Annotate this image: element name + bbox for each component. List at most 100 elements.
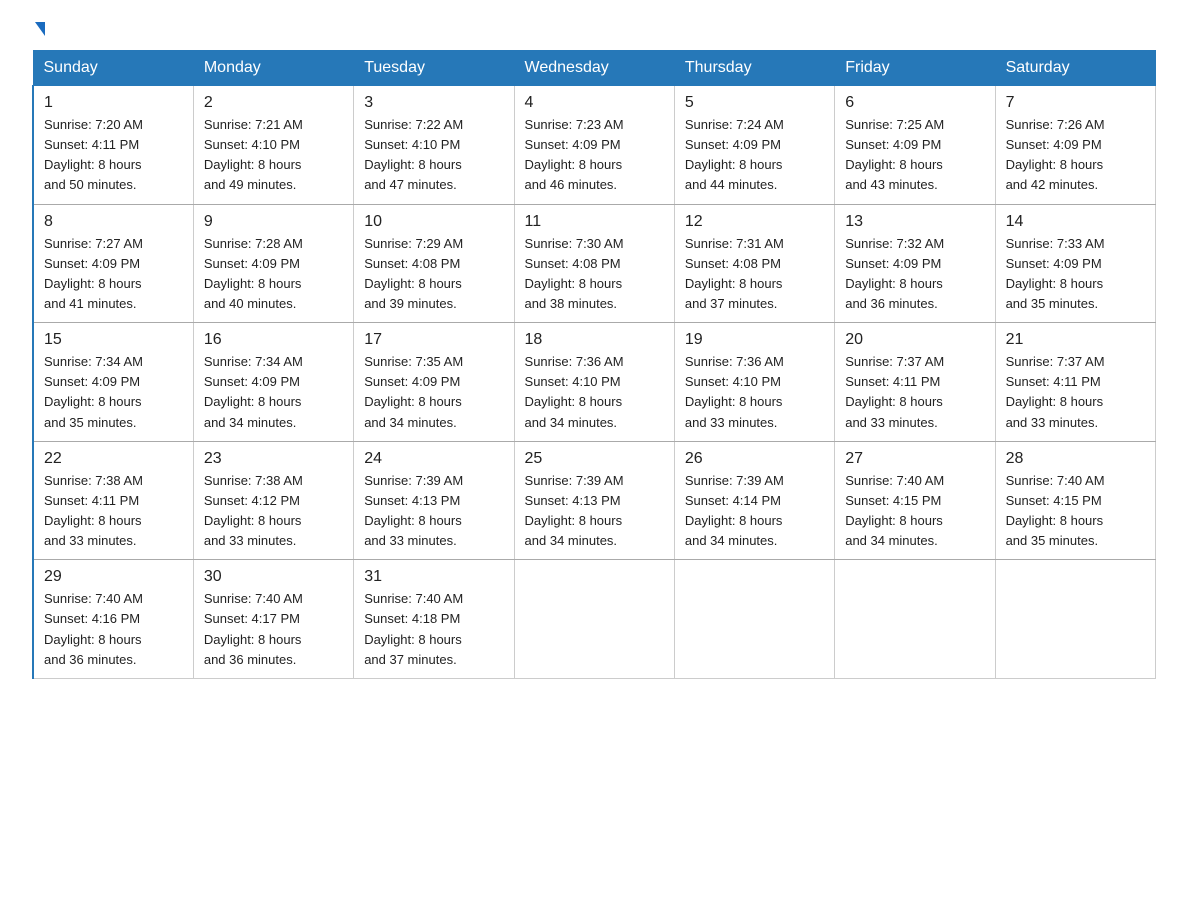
calendar-cell: 8 Sunrise: 7:27 AMSunset: 4:09 PMDayligh… [33,204,193,323]
day-number: 18 [525,331,664,349]
weekday-header-sunday: Sunday [33,51,193,86]
day-number: 2 [204,94,343,112]
week-row-1: 1 Sunrise: 7:20 AMSunset: 4:11 PMDayligh… [33,86,1156,205]
day-info: Sunrise: 7:35 AMSunset: 4:09 PMDaylight:… [364,354,463,429]
calendar-cell: 2 Sunrise: 7:21 AMSunset: 4:10 PMDayligh… [193,86,353,205]
day-info: Sunrise: 7:22 AMSunset: 4:10 PMDaylight:… [364,117,463,192]
week-row-5: 29 Sunrise: 7:40 AMSunset: 4:16 PMDaylig… [33,560,1156,679]
day-info: Sunrise: 7:40 AMSunset: 4:16 PMDaylight:… [44,591,143,666]
day-number: 27 [845,450,984,468]
day-number: 31 [364,568,503,586]
calendar-cell: 26 Sunrise: 7:39 AMSunset: 4:14 PMDaylig… [674,441,834,560]
calendar-cell [995,560,1155,679]
day-info: Sunrise: 7:31 AMSunset: 4:08 PMDaylight:… [685,236,784,311]
calendar-cell [835,560,995,679]
day-number: 8 [44,213,183,231]
calendar-cell: 1 Sunrise: 7:20 AMSunset: 4:11 PMDayligh… [33,86,193,205]
calendar-cell: 21 Sunrise: 7:37 AMSunset: 4:11 PMDaylig… [995,323,1155,442]
logo-triangle-icon [35,22,45,36]
calendar-cell: 18 Sunrise: 7:36 AMSunset: 4:10 PMDaylig… [514,323,674,442]
day-number: 13 [845,213,984,231]
page-header [32,24,1156,38]
day-number: 28 [1006,450,1145,468]
weekday-header-friday: Friday [835,51,995,86]
day-number: 3 [364,94,503,112]
day-info: Sunrise: 7:32 AMSunset: 4:09 PMDaylight:… [845,236,944,311]
calendar-cell: 25 Sunrise: 7:39 AMSunset: 4:13 PMDaylig… [514,441,674,560]
calendar-cell: 17 Sunrise: 7:35 AMSunset: 4:09 PMDaylig… [354,323,514,442]
calendar-cell: 12 Sunrise: 7:31 AMSunset: 4:08 PMDaylig… [674,204,834,323]
day-info: Sunrise: 7:40 AMSunset: 4:18 PMDaylight:… [364,591,463,666]
day-info: Sunrise: 7:39 AMSunset: 4:13 PMDaylight:… [525,473,624,548]
calendar-cell: 27 Sunrise: 7:40 AMSunset: 4:15 PMDaylig… [835,441,995,560]
calendar-cell [514,560,674,679]
day-number: 17 [364,331,503,349]
day-info: Sunrise: 7:38 AMSunset: 4:11 PMDaylight:… [44,473,143,548]
weekday-header-thursday: Thursday [674,51,834,86]
calendar-table: SundayMondayTuesdayWednesdayThursdayFrid… [32,50,1156,679]
day-number: 21 [1006,331,1145,349]
calendar-cell: 3 Sunrise: 7:22 AMSunset: 4:10 PMDayligh… [354,86,514,205]
day-number: 30 [204,568,343,586]
weekday-header-row: SundayMondayTuesdayWednesdayThursdayFrid… [33,51,1156,86]
calendar-cell: 16 Sunrise: 7:34 AMSunset: 4:09 PMDaylig… [193,323,353,442]
day-info: Sunrise: 7:28 AMSunset: 4:09 PMDaylight:… [204,236,303,311]
calendar-cell: 13 Sunrise: 7:32 AMSunset: 4:09 PMDaylig… [835,204,995,323]
day-info: Sunrise: 7:40 AMSunset: 4:17 PMDaylight:… [204,591,303,666]
calendar-cell: 19 Sunrise: 7:36 AMSunset: 4:10 PMDaylig… [674,323,834,442]
day-info: Sunrise: 7:27 AMSunset: 4:09 PMDaylight:… [44,236,143,311]
day-info: Sunrise: 7:33 AMSunset: 4:09 PMDaylight:… [1006,236,1105,311]
day-number: 19 [685,331,824,349]
day-number: 22 [44,450,183,468]
day-number: 10 [364,213,503,231]
day-number: 1 [44,94,183,112]
day-number: 24 [364,450,503,468]
day-info: Sunrise: 7:20 AMSunset: 4:11 PMDaylight:… [44,117,143,192]
weekday-header-monday: Monday [193,51,353,86]
calendar-cell: 28 Sunrise: 7:40 AMSunset: 4:15 PMDaylig… [995,441,1155,560]
day-info: Sunrise: 7:37 AMSunset: 4:11 PMDaylight:… [1006,354,1105,429]
day-info: Sunrise: 7:25 AMSunset: 4:09 PMDaylight:… [845,117,944,192]
day-number: 6 [845,94,984,112]
day-info: Sunrise: 7:29 AMSunset: 4:08 PMDaylight:… [364,236,463,311]
day-info: Sunrise: 7:23 AMSunset: 4:09 PMDaylight:… [525,117,624,192]
day-number: 12 [685,213,824,231]
day-number: 23 [204,450,343,468]
day-info: Sunrise: 7:40 AMSunset: 4:15 PMDaylight:… [845,473,944,548]
calendar-cell: 31 Sunrise: 7:40 AMSunset: 4:18 PMDaylig… [354,560,514,679]
day-number: 16 [204,331,343,349]
calendar-cell: 6 Sunrise: 7:25 AMSunset: 4:09 PMDayligh… [835,86,995,205]
day-number: 26 [685,450,824,468]
weekday-header-wednesday: Wednesday [514,51,674,86]
calendar-cell: 24 Sunrise: 7:39 AMSunset: 4:13 PMDaylig… [354,441,514,560]
calendar-cell: 29 Sunrise: 7:40 AMSunset: 4:16 PMDaylig… [33,560,193,679]
logo [32,24,45,38]
weekday-header-tuesday: Tuesday [354,51,514,86]
day-info: Sunrise: 7:21 AMSunset: 4:10 PMDaylight:… [204,117,303,192]
day-info: Sunrise: 7:39 AMSunset: 4:13 PMDaylight:… [364,473,463,548]
day-info: Sunrise: 7:37 AMSunset: 4:11 PMDaylight:… [845,354,944,429]
day-info: Sunrise: 7:36 AMSunset: 4:10 PMDaylight:… [685,354,784,429]
day-number: 15 [44,331,183,349]
week-row-2: 8 Sunrise: 7:27 AMSunset: 4:09 PMDayligh… [33,204,1156,323]
calendar-cell: 23 Sunrise: 7:38 AMSunset: 4:12 PMDaylig… [193,441,353,560]
day-info: Sunrise: 7:36 AMSunset: 4:10 PMDaylight:… [525,354,624,429]
day-number: 14 [1006,213,1145,231]
week-row-4: 22 Sunrise: 7:38 AMSunset: 4:11 PMDaylig… [33,441,1156,560]
day-info: Sunrise: 7:34 AMSunset: 4:09 PMDaylight:… [44,354,143,429]
calendar-cell: 5 Sunrise: 7:24 AMSunset: 4:09 PMDayligh… [674,86,834,205]
day-number: 25 [525,450,664,468]
calendar-cell: 10 Sunrise: 7:29 AMSunset: 4:08 PMDaylig… [354,204,514,323]
day-number: 5 [685,94,824,112]
day-info: Sunrise: 7:40 AMSunset: 4:15 PMDaylight:… [1006,473,1105,548]
day-number: 9 [204,213,343,231]
calendar-cell: 20 Sunrise: 7:37 AMSunset: 4:11 PMDaylig… [835,323,995,442]
day-info: Sunrise: 7:30 AMSunset: 4:08 PMDaylight:… [525,236,624,311]
week-row-3: 15 Sunrise: 7:34 AMSunset: 4:09 PMDaylig… [33,323,1156,442]
day-number: 4 [525,94,664,112]
calendar-cell: 4 Sunrise: 7:23 AMSunset: 4:09 PMDayligh… [514,86,674,205]
calendar-cell: 22 Sunrise: 7:38 AMSunset: 4:11 PMDaylig… [33,441,193,560]
calendar-cell [674,560,834,679]
day-info: Sunrise: 7:34 AMSunset: 4:09 PMDaylight:… [204,354,303,429]
day-number: 29 [44,568,183,586]
